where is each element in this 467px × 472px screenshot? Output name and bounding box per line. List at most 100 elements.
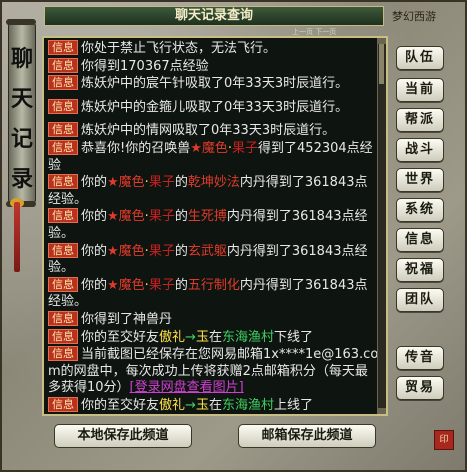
message-text: 下线了 <box>273 329 313 345</box>
message-text: 的 <box>174 175 188 191</box>
message-text: 的 <box>174 209 188 225</box>
message-text: 你的 <box>81 175 108 191</box>
message-text: 乾坤妙法 <box>187 175 240 191</box>
chat-message: 信息 你得到170367点经验 <box>46 57 380 76</box>
message-text: 东海渔村 <box>221 397 274 413</box>
message-text: 你的 <box>81 277 108 293</box>
message-text: 果子 <box>148 277 175 293</box>
channel-button-info[interactable]: 信息 <box>396 228 444 252</box>
message-text: ★魔色 <box>107 277 145 293</box>
chat-message: 信息 你的★魔色·果子的生死搏内丹得到了361843点经验。 <box>46 208 380 242</box>
info-tag[interactable]: 信息 <box>48 242 78 258</box>
info-tag[interactable]: 信息 <box>48 310 78 326</box>
chat-log-panel[interactable]: 信息 你处于禁止飞行状态，无法飞行。 信息 你得到170367点经验 信息 炼妖炉中的宸午… <box>42 36 388 416</box>
chat-message: 信息 你的至交好友傲礼→玉在东海渔村上线了 <box>46 396 380 414</box>
channel-button-world[interactable]: 世界 <box>396 168 444 192</box>
channel-button-battle[interactable]: 战斗 <box>396 138 444 162</box>
message-text: 玄武躯 <box>187 243 227 259</box>
channel-button-group[interactable]: 团队 <box>396 288 444 312</box>
info-tag[interactable]: 信息 <box>48 396 78 412</box>
message-text: 你的至交好友 <box>81 397 160 413</box>
channel-button-system[interactable]: 系统 <box>396 198 444 222</box>
channel-button-team[interactable]: 队伍 <box>396 46 444 70</box>
chat-message: 信息 炼妖炉中的情网吸取了0年33天3时辰道行。 <box>46 122 380 140</box>
channel-button-guild[interactable]: 帮派 <box>396 108 444 132</box>
message-text: 果子 <box>148 175 175 191</box>
message-text: 傲礼 <box>159 397 186 413</box>
window-title: 聊天记录查询 <box>44 6 384 26</box>
chat-message: 信息 炼妖炉中的金箍儿吸取了0年33天3时辰道行。 <box>46 98 380 117</box>
message-text: 上线了 <box>237 415 276 416</box>
message-text: 果子 <box>148 209 175 225</box>
message-text: 你得到170367点经验 <box>81 58 209 74</box>
chat-log-list: 信息 你处于禁止飞行状态，无法飞行。 信息 你得到170367点经验 信息 炼妖炉中的宸午… <box>46 40 380 416</box>
message-text: 在 <box>172 415 185 416</box>
chat-record-window: 聊 天 记 录 聊天记录查询 梦幻西游 上一页 下一页 信息 你处于禁止飞行状态，… <box>0 0 467 472</box>
message-text: 你的至交好友 <box>81 329 160 345</box>
channel-button-trade[interactable]: 贸易 <box>396 376 444 400</box>
message-text: 炼妖炉中的金箍儿吸取了0年33天3时辰道行。 <box>81 99 349 115</box>
message-text: 上线了 <box>273 397 313 413</box>
message-text: 炼妖炉中的情网吸取了0年33天3时辰道行。 <box>81 123 336 139</box>
chat-scrollbar[interactable] <box>377 38 386 414</box>
scroll-thumb[interactable] <box>379 44 384 84</box>
message-text: ★魔色 <box>107 243 145 259</box>
message-text: 炼妖炉中的宸午针吸取了0年33天3时辰道行。 <box>81 76 349 92</box>
message-text: 你的 <box>81 243 108 259</box>
chat-message: 信息 恭喜你!你的召唤兽★魔色·果子得到了452304点经验 <box>46 139 380 174</box>
info-tag[interactable]: 信息 <box>48 276 78 292</box>
banner-char-4: 录 <box>10 166 33 192</box>
info-tag[interactable]: 信息 <box>48 122 78 138</box>
netdisk-link[interactable]: [登录网盘查看图片] <box>130 380 244 395</box>
message-text: 在 <box>208 397 222 413</box>
info-tag[interactable]: 信息 <box>48 57 78 73</box>
scroll-down-icon[interactable] <box>378 408 386 414</box>
info-tag[interactable]: 信息 <box>48 98 78 114</box>
message-text: 傲礼 <box>159 329 186 345</box>
channel-button-blessing[interactable]: 祝福 <box>396 258 444 282</box>
banner-char-1: 聊 <box>10 46 33 72</box>
mail-save-button[interactable]: 邮箱保存此频道 <box>238 424 376 448</box>
info-tag[interactable]: 信息 <box>48 346 78 362</box>
message-text: 生死搏 <box>187 209 227 225</box>
info-tag[interactable]: 信息 <box>48 208 78 224</box>
tassel-decoration <box>14 202 20 272</box>
chat-message: 信息 你的★魔色·果子的五行制化内丹得到了361843点经验。 <box>46 276 380 311</box>
chat-message: 信息 你的★魔色·果子的玄武躯内丹得到了361843点经验。 <box>46 242 380 277</box>
game-logo: 梦幻西游 <box>392 10 436 23</box>
left-scroll-banner: 聊 天 记 录 <box>6 19 36 207</box>
message-text: → <box>185 329 196 345</box>
info-tag[interactable]: 信息 <box>48 328 78 344</box>
message-text: 玉 <box>195 397 209 413</box>
message-text: 果子 <box>148 243 175 259</box>
message-text: 长寿郊外 <box>185 415 237 416</box>
message-text: ★魔色 <box>107 175 145 191</box>
local-save-button[interactable]: 本地保存此频道 <box>54 424 192 448</box>
chat-message: 信息 当前截图已经保存在您网易邮箱1x****1e@163.com的网盘中，每次成… <box>46 346 380 397</box>
info-tag[interactable]: 信息 <box>48 75 78 91</box>
message-text: 你得到了神兽丹 <box>81 311 173 327</box>
message-text: 在 <box>208 329 222 345</box>
message-text: 你的好友 <box>81 415 133 416</box>
message-text: ★魔色 <box>190 140 228 156</box>
message-text: 果子 <box>232 140 259 156</box>
info-tag[interactable]: 信息 <box>48 139 78 155</box>
chat-message: 信息你的好友无名氏在长寿郊外上线了 <box>46 414 380 416</box>
info-tag[interactable]: 信息 <box>48 40 78 55</box>
chat-message: 信息 你处于禁止飞行状态，无法飞行。 <box>46 40 380 58</box>
message-text: 东海渔村 <box>221 329 274 345</box>
chat-message: 信息 炼妖炉中的宸午针吸取了0年33天3时辰道行。 <box>46 75 380 93</box>
message-text: 无名氏 <box>133 415 172 416</box>
message-text: 你处于禁止飞行状态，无法飞行。 <box>81 41 277 56</box>
chat-message: 信息 你的至交好友傲礼→玉在东海渔村下线了 <box>46 328 380 347</box>
info-tag[interactable]: 信息 <box>48 414 78 416</box>
message-text: 五行制化 <box>187 277 240 293</box>
channel-button-whisper[interactable]: 传音 <box>396 346 444 370</box>
chat-message: 信息 你得到了神兽丹 <box>46 310 380 329</box>
info-tag[interactable]: 信息 <box>48 174 78 190</box>
message-text: 玉 <box>195 329 209 345</box>
message-text: → <box>185 397 196 413</box>
message-text: 恭喜你!你的召唤兽 <box>81 140 191 156</box>
channel-button-current[interactable]: 当前 <box>396 78 444 102</box>
message-text: 你的 <box>81 209 108 225</box>
